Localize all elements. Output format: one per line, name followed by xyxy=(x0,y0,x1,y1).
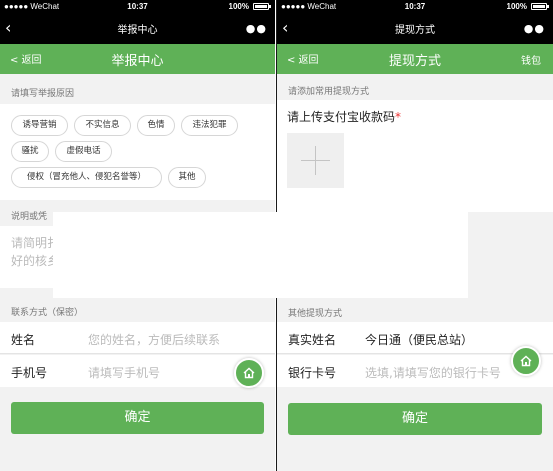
battery-percent: 100% xyxy=(506,2,527,11)
battery-icon xyxy=(253,3,271,10)
reason-tags-panel: 诱导营销 不实信息 色情 违法犯罪 骚扰 虚假电话 侵权（冒充他人、侵犯名誉等）… xyxy=(0,104,275,200)
phone-label: 手机号 xyxy=(11,366,48,380)
name-placeholder: 您的姓名，方便后续联系 xyxy=(88,333,221,347)
page-title: 举报中心 xyxy=(111,54,164,69)
reason-section-label: 请填写举报原因 xyxy=(11,89,75,99)
tag-fake-call[interactable]: 虚假电话 xyxy=(55,141,112,162)
upload-title: 请上传支付宝收款码* xyxy=(287,108,401,125)
contact-section-label: 联系方式（保密） xyxy=(11,308,84,318)
confirm-button[interactable]: 确定 xyxy=(11,402,264,434)
name-field[interactable]: 姓名 您的姓名，方便后续联系 xyxy=(0,322,275,354)
page-title: 提现方式 xyxy=(388,54,441,69)
bank-card-label: 银行卡号 xyxy=(288,366,337,380)
plus-icon-vertical xyxy=(315,146,316,175)
tag-crime[interactable]: 违法犯罪 xyxy=(181,115,238,136)
white-overlay-block xyxy=(53,212,468,298)
add-method-section-label: 请添加常用提现方式 xyxy=(288,87,370,97)
app-header: < 返回 举报中心 xyxy=(0,44,275,74)
upload-title-text: 请上传支付宝收款码 xyxy=(287,110,396,124)
tag-induced-marketing[interactable]: 诱导营销 xyxy=(11,115,68,136)
more-dots-icon[interactable]: ●● xyxy=(246,22,267,35)
battery-percent: 100% xyxy=(228,2,249,11)
battery-icon xyxy=(531,3,549,10)
upload-qr-button[interactable] xyxy=(287,133,344,188)
other-method-section-label: 其他提现方式 xyxy=(288,309,343,319)
wallet-link[interactable]: 钱包 xyxy=(521,52,541,67)
more-dots-icon[interactable]: ●● xyxy=(524,22,545,35)
status-bar: ●●●●● WeChat 10:37 100% xyxy=(277,0,553,13)
tag-porn[interactable]: 色情 xyxy=(137,115,175,136)
app-header: < 返回 提现方式 钱包 xyxy=(277,44,553,74)
confirm-button[interactable]: 确定 xyxy=(288,403,542,435)
description-placeholder-line-1: 请简明扌 xyxy=(11,236,60,250)
wechat-nav-bar: ‹ 举报中心 ●● xyxy=(0,13,275,44)
home-icon xyxy=(243,367,255,379)
home-icon xyxy=(520,355,532,367)
tag-false-info[interactable]: 不实信息 xyxy=(74,115,131,136)
real-name-field[interactable]: 真实姓名 今日通（便民总站） xyxy=(277,322,553,354)
bank-card-placeholder: 选填,请填写您的银行卡号 xyxy=(365,366,501,380)
tag-infringement[interactable]: 侵权（冒充他人、侵犯名誉等） xyxy=(11,167,162,188)
phone-placeholder: 请填写手机号 xyxy=(88,366,161,380)
wechat-page-title: 提现方式 xyxy=(395,25,435,36)
real-name-value: 今日通（便民总站） xyxy=(365,333,474,347)
home-button[interactable] xyxy=(234,358,264,388)
wechat-page-title: 举报中心 xyxy=(117,25,158,36)
home-button[interactable] xyxy=(511,346,541,376)
description-section-label: 说明或凭 xyxy=(11,212,48,222)
wechat-nav-bar: ‹ 提现方式 ●● xyxy=(277,13,553,44)
tag-harassment[interactable]: 骚扰 xyxy=(11,141,49,162)
tag-other[interactable]: 其他 xyxy=(168,167,206,188)
status-bar: ●●●●● WeChat 10:37 100% xyxy=(0,0,275,13)
real-name-label: 真实姓名 xyxy=(288,333,337,347)
description-placeholder-line-2: 好的核乡 xyxy=(11,254,60,268)
name-label: 姓名 xyxy=(11,333,36,347)
required-mark: * xyxy=(395,110,402,124)
